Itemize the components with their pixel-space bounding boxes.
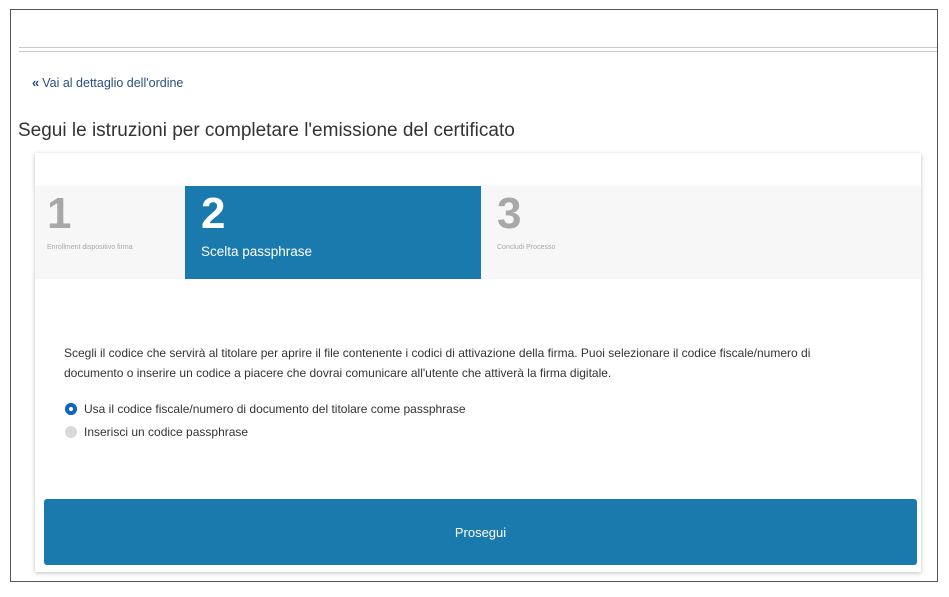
radio-unselected-icon[interactable] <box>65 425 77 438</box>
double-chevron-left-icon: « <box>32 75 40 90</box>
step-2-active: 2 Scelta passphrase <box>185 186 481 279</box>
back-to-order-link[interactable]: «Vai al dettaglio dell'ordine <box>32 75 183 90</box>
step-label: Scelta passphrase <box>201 244 313 259</box>
step-1: 1 Enrollment dispositivo firma <box>35 186 185 279</box>
page-title: Segui le istruzioni per completare l'emi… <box>18 120 515 141</box>
instructions-text: Scegli il codice che servirà al titolare… <box>64 346 811 380</box>
step-label: Concludi Processo <box>497 244 556 251</box>
step-number: 1 <box>47 189 72 238</box>
proceed-button[interactable]: Prosegui <box>44 499 917 565</box>
back-link-label: Vai al dettaglio dell'ordine <box>42 76 184 90</box>
option-fiscal-code[interactable]: Usa il codice fiscale/numero di document… <box>65 402 466 416</box>
stepper: 1 Enrollment dispositivo firma 2 Scelta … <box>35 186 921 279</box>
step-label: Enrollment dispositivo firma <box>47 244 133 251</box>
wizard-card: 1 Enrollment dispositivo firma 2 Scelta … <box>35 153 921 572</box>
step-3: 3 Concludi Processo <box>481 186 921 279</box>
radio-selected-icon[interactable] <box>65 402 77 415</box>
step-number: 3 <box>497 189 522 238</box>
option-label: Inserisci un codice passphrase <box>84 425 249 439</box>
browser-frame: «Vai al dettaglio dell'ordine Segui le i… <box>10 9 938 582</box>
option-label: Usa il codice fiscale/numero di document… <box>84 402 466 416</box>
option-custom-passphrase[interactable]: Inserisci un codice passphrase <box>65 425 248 439</box>
step-number: 2 <box>201 189 226 238</box>
header-divider <box>19 47 937 52</box>
